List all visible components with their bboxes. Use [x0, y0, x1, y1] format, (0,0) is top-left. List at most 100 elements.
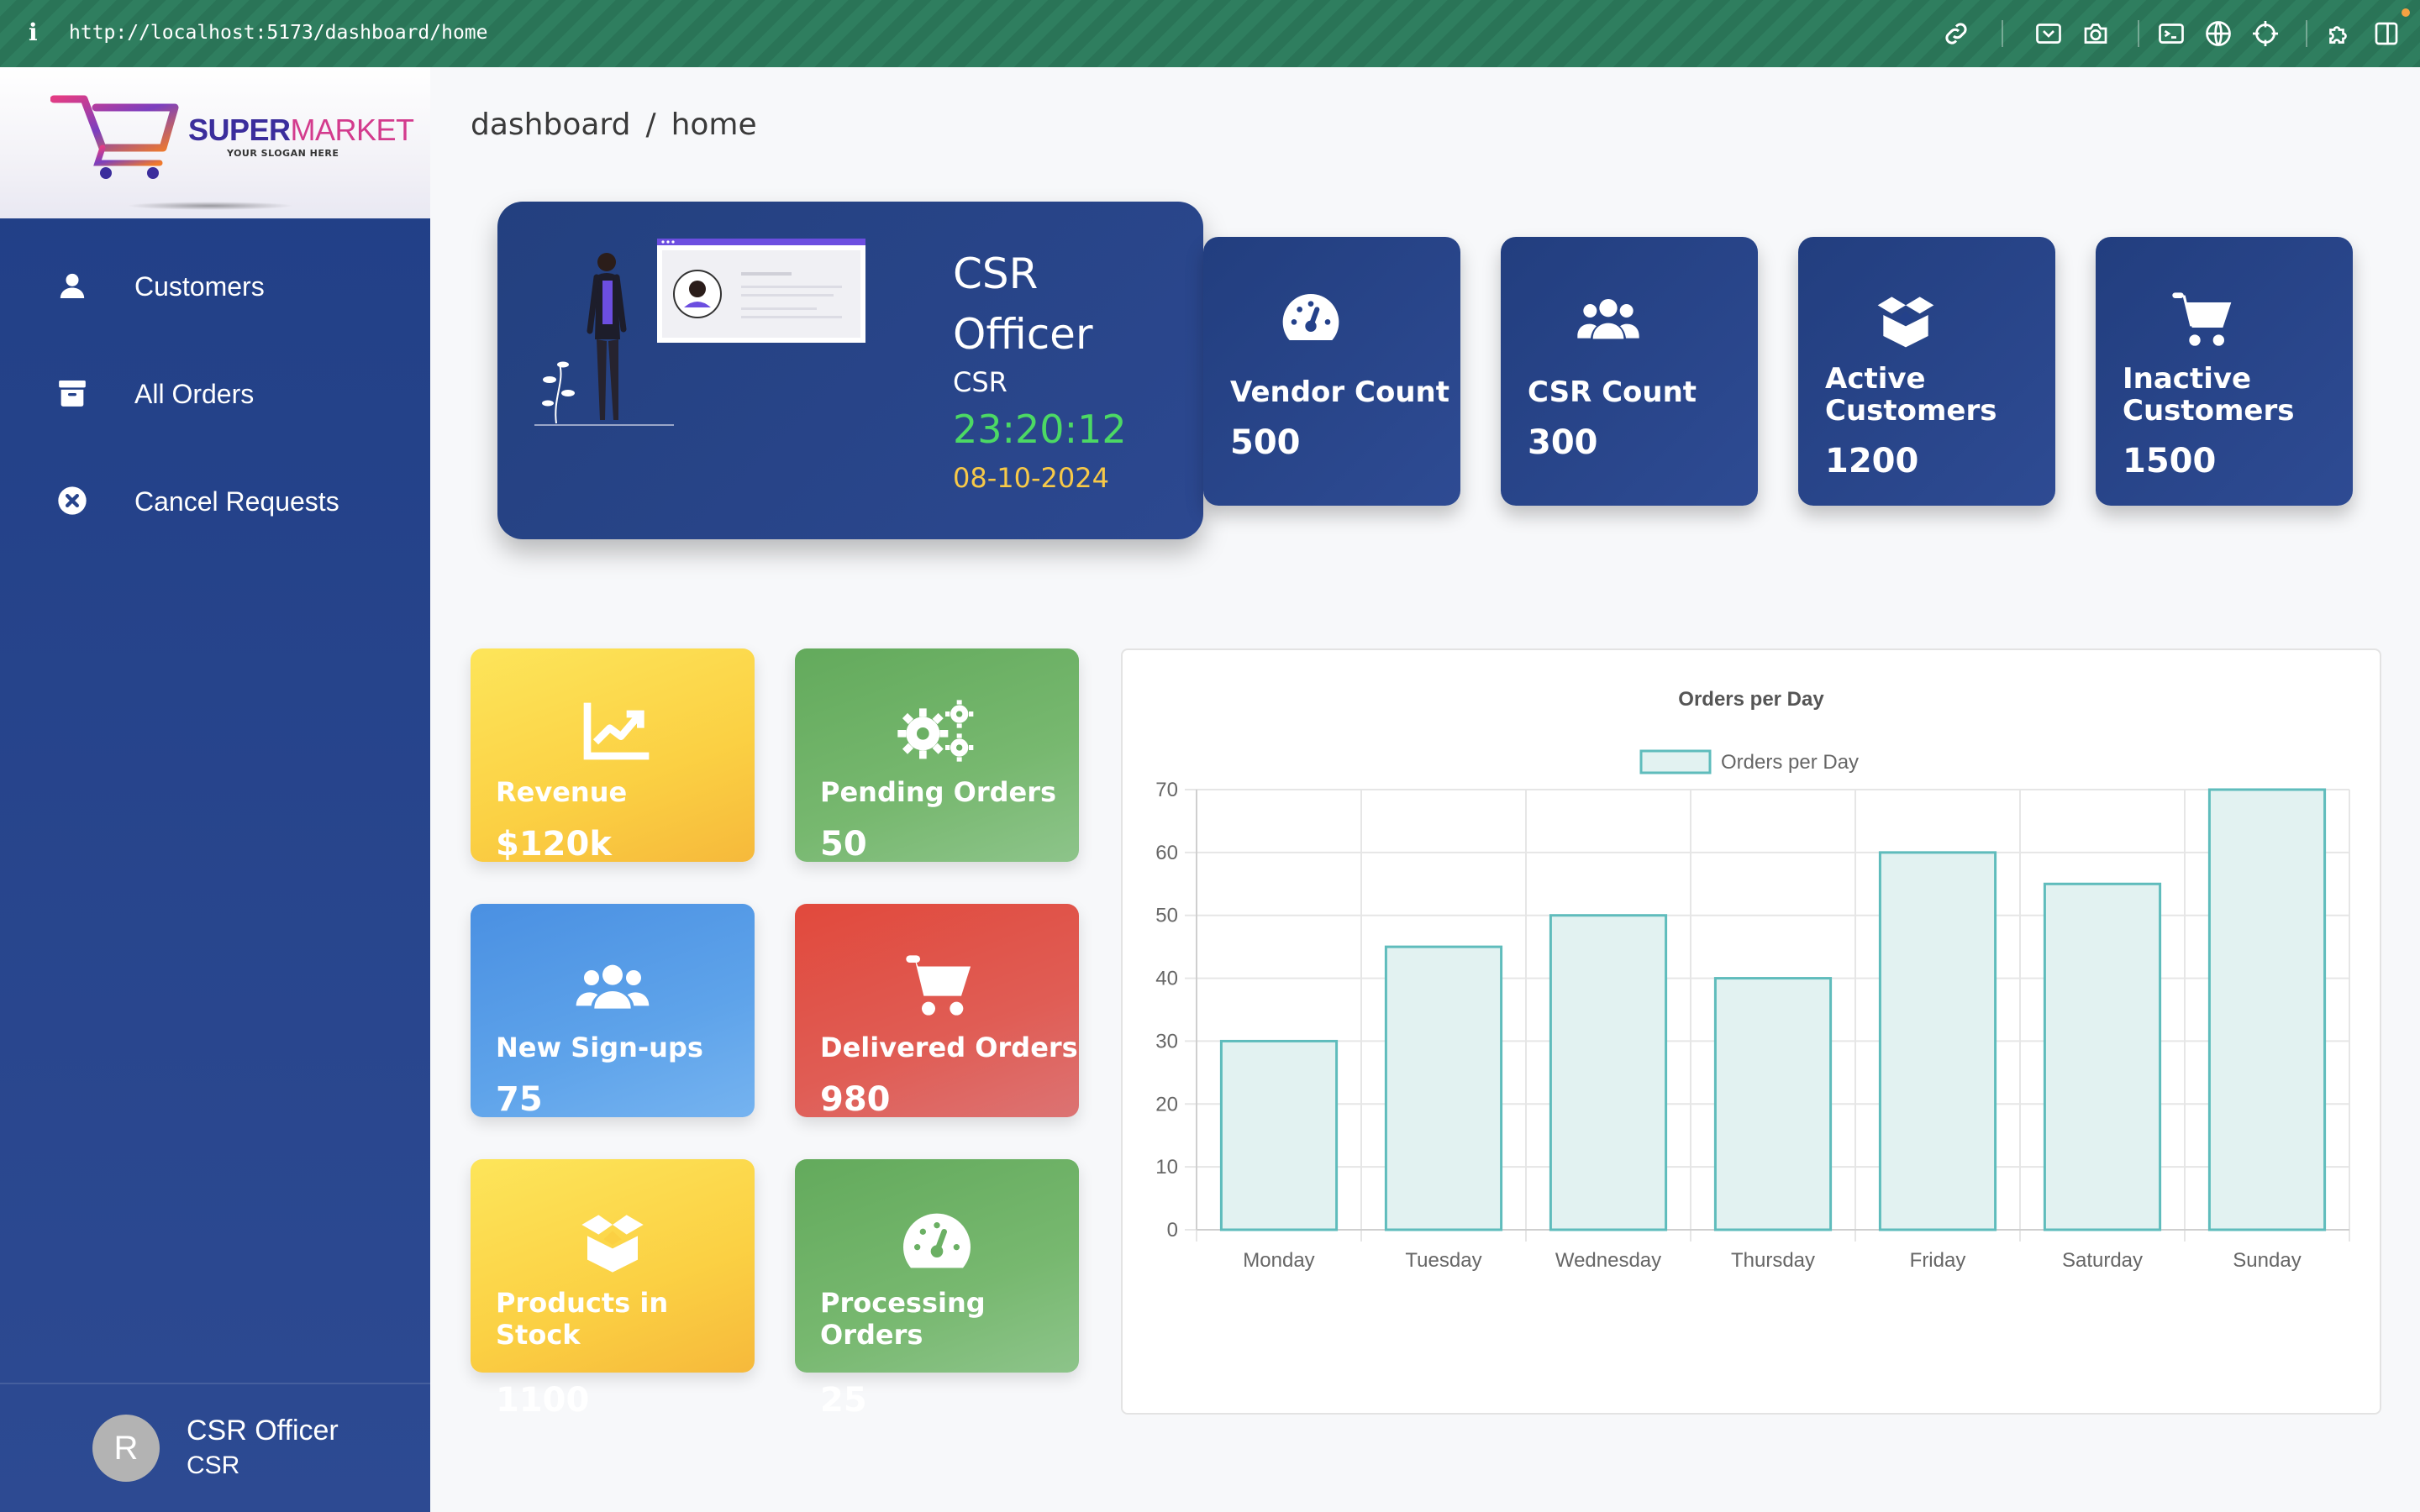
profile-card: CSR Officer CSR 23:20:12 08-10-2024 [497, 202, 1203, 539]
stat-card-vendor-count[interactable]: Vendor Count 500 [1203, 237, 1460, 506]
y-tick-label: 70 [1155, 779, 1178, 801]
avatar[interactable]: R [92, 1415, 160, 1482]
logo-shadow [126, 202, 294, 210]
toolbar-divider [2306, 20, 2307, 47]
y-tick-label: 40 [1155, 968, 1178, 990]
y-tick-label: 20 [1155, 1093, 1178, 1116]
cancel-circle-icon [55, 484, 89, 517]
sidebar-toggle-icon[interactable] [2371, 18, 2402, 49]
x-tick-label: Wednesday [1555, 1249, 1661, 1272]
breadcrumb-separator: / [645, 108, 656, 142]
tile-revenue[interactable]: Revenue $120k [471, 648, 755, 864]
url-bar[interactable]: http://localhost:5173/dashboard/home [69, 22, 488, 44]
sidebar-item-label: Cancel Requests [134, 486, 339, 517]
sidebar-item-label: All Orders [134, 379, 255, 409]
cart-icon [895, 953, 979, 1020]
camera-icon[interactable] [2081, 18, 2111, 49]
orders-per-day-chart: Orders per Day Orders per Day 0 10 20 30 40 5… [1155, 688, 2350, 1272]
legend-swatch [1639, 749, 1712, 774]
extension-icon[interactable] [2324, 18, 2354, 49]
sidebar-item-all-orders[interactable]: All Orders [0, 358, 430, 428]
cart-logo-icon [50, 95, 179, 179]
x-tick-label: Tuesday [1405, 1249, 1481, 1272]
cart-icon [2170, 286, 2237, 353]
presentation-illustration [534, 239, 865, 426]
browser-toolbar: i http://localhost:5173/dashboard/home [0, 0, 2420, 67]
profile-role: CSR [953, 366, 1007, 398]
sidebar-item-label: Customers [134, 271, 265, 302]
bar-friday[interactable] [1878, 851, 1997, 1231]
stat-label: Inactive Customers [2123, 362, 2295, 428]
tile-delivered-orders[interactable]: Delivered Orders 980 [795, 904, 1079, 1119]
sidebar: SUPERMARKET YOUR SLOGAN HERE Customers A… [0, 67, 430, 1512]
y-tick-label: 10 [1155, 1156, 1178, 1179]
x-tick-label: Friday [1910, 1249, 1966, 1272]
tile-label: Products in Stock [496, 1287, 669, 1351]
breadcrumb-current: home [671, 108, 757, 142]
stat-value: 500 [1230, 423, 1301, 462]
users-icon [1575, 286, 1642, 353]
profile-title: CSR Officer [953, 249, 1093, 359]
tile-label: Pending Orders [820, 776, 1057, 808]
y-tick-label: 0 [1167, 1219, 1178, 1242]
stat-label: CSR Count [1528, 375, 1697, 409]
crosshair-icon[interactable] [2250, 18, 2281, 49]
logo[interactable]: SUPERMARKET YOUR SLOGAN HERE [0, 67, 430, 218]
sidebar-item-customers[interactable]: Customers [0, 250, 430, 321]
stat-value: 1500 [2123, 442, 2217, 480]
terminal-icon[interactable] [2156, 18, 2186, 49]
bar-tuesday[interactable] [1384, 945, 1503, 1231]
x-tick-label: Sunday [2233, 1249, 2301, 1272]
x-tick-label: Saturday [2062, 1249, 2143, 1272]
box-open-icon [571, 1208, 655, 1275]
screenshot-icon[interactable] [2033, 18, 2064, 49]
clock-date: 08-10-2024 [953, 462, 1109, 494]
x-tick-label: Monday [1243, 1249, 1314, 1272]
chart-legend[interactable]: Orders per Day [1639, 749, 1859, 774]
y-tick-label: 30 [1155, 1030, 1178, 1053]
gauge-icon [1277, 286, 1344, 353]
y-tick-label: 60 [1155, 842, 1178, 864]
tile-value: 1100 [496, 1381, 590, 1420]
orders-chart-card: Orders per Day Orders per Day 0 10 20 30 40 5… [1121, 648, 2381, 1415]
user-name: CSR Officer [187, 1415, 339, 1446]
tile-value: 75 [496, 1080, 543, 1119]
link-icon[interactable] [1941, 18, 1971, 49]
tile-value: 980 [820, 1080, 891, 1119]
tile-pending-orders[interactable]: Pending Orders 50 [795, 648, 1079, 864]
stat-card-active-customers[interactable]: Active Customers 1200 [1798, 237, 2055, 506]
bar-thursday[interactable] [1713, 977, 1833, 1231]
stat-value: 1200 [1825, 442, 1919, 480]
tile-products-in-stock[interactable]: Products in Stock 1100 [471, 1159, 755, 1420]
clock-time: 23:20:12 [953, 407, 1127, 452]
tile-label: Processing Orders [820, 1287, 986, 1351]
bar-sunday[interactable] [2207, 788, 2327, 1231]
legend-label: Orders per Day [1721, 751, 1859, 774]
bar-monday[interactable] [1219, 1039, 1339, 1231]
globe-icon[interactable] [2203, 18, 2233, 49]
chart-title: Orders per Day [1678, 688, 1824, 711]
users-icon [571, 953, 655, 1020]
breadcrumb-root[interactable]: dashboard [471, 108, 630, 142]
info-icon[interactable]: i [29, 18, 38, 46]
notification-dot [2402, 8, 2410, 17]
bar-saturday[interactable] [2043, 882, 2162, 1231]
toolbar-divider [2002, 20, 2003, 47]
tile-label: New Sign-ups [496, 1032, 703, 1063]
tile-new-sign-ups[interactable]: New Sign-ups 75 [471, 904, 755, 1119]
gauge-icon [895, 1208, 979, 1275]
box-open-icon [1872, 286, 1939, 353]
archive-icon [55, 376, 89, 410]
tile-value: 25 [820, 1381, 867, 1420]
sidebar-divider [0, 1383, 430, 1384]
stat-card-inactive-customers[interactable]: Inactive Customers 1500 [2096, 237, 2353, 506]
gears-icon [895, 697, 979, 764]
sidebar-item-cancel-requests[interactable]: Cancel Requests [0, 465, 430, 536]
bar-wednesday[interactable] [1549, 914, 1668, 1231]
tile-label: Revenue [496, 776, 628, 808]
user-role: CSR [187, 1452, 240, 1479]
tile-processing-orders[interactable]: Processing Orders 25 [795, 1159, 1079, 1420]
y-tick-label: 50 [1155, 905, 1178, 927]
stat-value: 300 [1528, 423, 1598, 462]
stat-card-csr-count[interactable]: CSR Count 300 [1501, 237, 1758, 506]
